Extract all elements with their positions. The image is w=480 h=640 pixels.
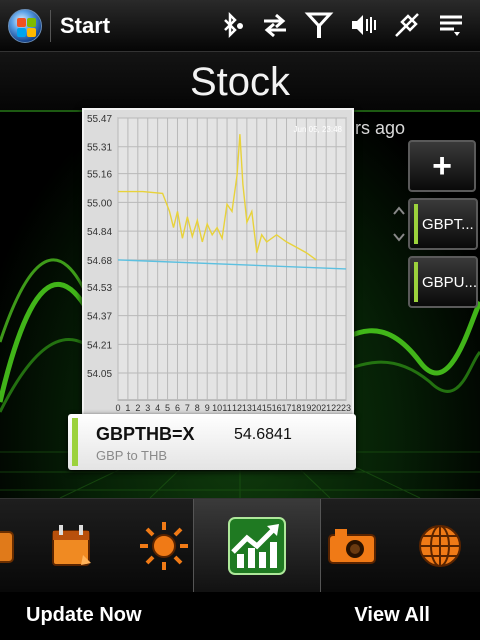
windows-start-icon[interactable] — [8, 9, 42, 43]
chart-x-tick-label: 6 — [175, 403, 180, 413]
symbol-selected-bar — [414, 204, 418, 244]
symbol-item-label: GBPU... — [422, 274, 478, 291]
chart-x-tick-label: 8 — [195, 403, 200, 413]
update-now-button[interactable]: Update Now — [26, 604, 142, 627]
signal-strength-icon[interactable] — [302, 8, 336, 42]
chart-y-tick-label: 55.16 — [87, 170, 112, 181]
stock-chart: 0 1 2 3 4 5 6 7 8 9 10 11 12 13 14 15 16 17 18 19 20 21 22 2355… — [87, 114, 351, 413]
partial-tab-icon[interactable] — [0, 509, 30, 583]
chart-x-tick-label: 20 — [311, 403, 321, 413]
chart-x-tick-label: 11 — [222, 403, 231, 413]
chart-x-tick-label: 14 — [252, 403, 262, 413]
quote-price: 54.6841 — [234, 426, 292, 443]
bluetooth-icon[interactable] — [214, 8, 248, 42]
volume-icon[interactable] — [346, 8, 380, 42]
battery-charging-icon[interactable] — [390, 8, 424, 42]
chart-x-tick-label: 9 — [205, 403, 210, 413]
stocks-icon[interactable] — [193, 499, 321, 593]
view-all-button[interactable]: View All — [354, 604, 430, 627]
chart-y-tick-label: 54.05 — [87, 369, 112, 380]
add-stock-label: + — [432, 147, 452, 185]
chart-x-tick-label: 18 — [291, 403, 301, 413]
quote-panel[interactable]: GBPTHB=X 54.6841 GBP to THB — [68, 414, 356, 470]
chart-y-tick-label: 55.00 — [87, 198, 112, 209]
scroll-up-icon[interactable] — [390, 198, 408, 224]
chart-x-tick-label: 2 — [135, 403, 140, 413]
chart-x-tick-label: 12 — [232, 403, 242, 413]
chart-x-tick-label: 15 — [262, 403, 272, 413]
status-icons — [214, 8, 468, 42]
page-title: Stock — [189, 60, 291, 104]
chart-y-tick-label: 54.37 — [87, 312, 112, 323]
symbol-item-gbpusd[interactable]: GBPU... — [408, 256, 478, 308]
chart-x-tick-label: 13 — [242, 403, 252, 413]
status-title[interactable]: Start — [60, 13, 110, 39]
chart-x-tick-label: 21 — [321, 403, 331, 413]
symbol-item-gbpthb[interactable]: GBPT... — [408, 198, 478, 250]
chart-y-tick-label: 54.68 — [87, 256, 112, 267]
scroll-down-icon[interactable] — [390, 224, 408, 250]
chart-y-tick-label: 55.31 — [87, 143, 112, 154]
chart-y-tick-label: 54.53 — [87, 283, 112, 294]
chart-timestamp: Jun 05, 23:48 — [294, 125, 343, 134]
add-stock-button[interactable]: + — [408, 140, 476, 192]
chart-x-tick-label: 17 — [282, 403, 292, 413]
chart-x-tick-label: 7 — [185, 403, 190, 413]
tab-icon-bar — [0, 498, 480, 593]
quote-symbol: GBPTHB=X — [96, 424, 195, 444]
internet-icon[interactable] — [405, 509, 475, 583]
chart-x-tick-label: 5 — [165, 403, 170, 413]
soft-key-bar: Update Now View All — [0, 592, 480, 640]
symbol-scroll-arrows[interactable] — [390, 198, 408, 250]
chart-x-tick-label: 4 — [155, 403, 160, 413]
chart-y-tick-label: 54.21 — [87, 340, 112, 351]
status-divider — [50, 10, 51, 42]
calendar-icon[interactable] — [37, 509, 107, 583]
chart-y-tick-label: 54.84 — [87, 227, 112, 238]
chart-x-tick-label: 0 — [115, 403, 120, 413]
chart-x-tick-label: 10 — [212, 403, 222, 413]
quote-description: GBP to THB — [96, 448, 168, 463]
symbol-selected-bar — [414, 262, 418, 302]
chart-x-tick-label: 3 — [145, 403, 150, 413]
symbol-item-label: GBPT... — [422, 216, 474, 233]
page-header: Stock — [0, 52, 480, 112]
stock-chart-card[interactable]: 0 1 2 3 4 5 6 7 8 9 10 11 12 13 14 15 16 17 18 19 20 21 22 23 55… — [82, 108, 354, 418]
chart-y-tick-label: 55.47 — [87, 114, 112, 125]
chart-x-tick-label: 23 — [341, 403, 351, 413]
chart-plot-area — [117, 117, 347, 401]
menu-icon[interactable] — [434, 8, 468, 42]
chart-x-tick-label: 16 — [272, 403, 282, 413]
quote-accent-bar — [72, 418, 78, 466]
chart-x-tick-label: 22 — [331, 403, 341, 413]
status-bar: Start — [0, 0, 480, 52]
data-sync-icon[interactable] — [258, 8, 292, 42]
weather-icon[interactable] — [129, 509, 199, 583]
chart-x-tick-label: 1 — [125, 403, 130, 413]
camera-icon[interactable] — [316, 509, 386, 583]
chart-x-tick-label: 19 — [301, 403, 311, 413]
